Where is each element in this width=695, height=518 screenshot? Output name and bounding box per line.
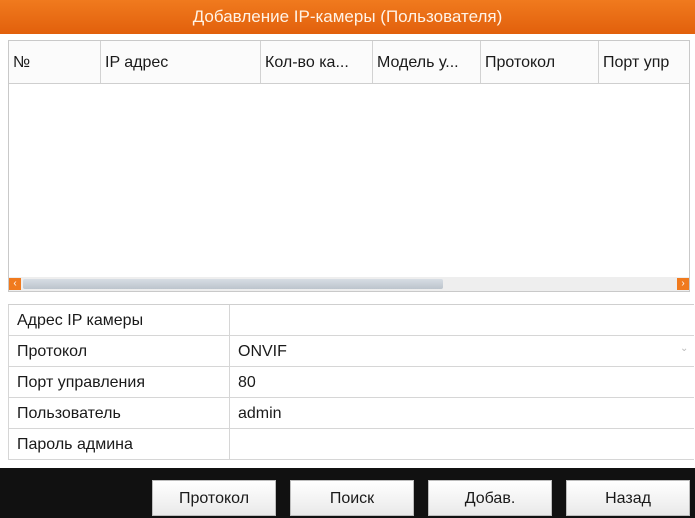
protocol-button[interactable]: Протокол <box>152 480 276 516</box>
ip-address-input[interactable] <box>230 305 694 335</box>
scroll-thumb[interactable] <box>23 279 443 289</box>
form-row-ip-address: Адрес IP камеры <box>8 305 694 336</box>
button-bar: Протокол Поиск Добав. Назад <box>0 468 695 518</box>
protocol-label: Протокол <box>8 336 230 366</box>
user-label: Пользователь <box>8 398 230 428</box>
column-header-management-port[interactable]: Порт упр <box>599 41 689 83</box>
column-header-ip-address[interactable]: IP адрес <box>101 41 261 83</box>
add-ip-camera-dialog: Добавление IP-камеры (Пользователя) № IP… <box>0 0 695 468</box>
ip-address-label: Адрес IP камеры <box>8 305 230 335</box>
table-header: № IP адрес Кол-во ка... Модель у... Прот… <box>9 41 689 84</box>
management-port-label: Порт управления <box>8 367 230 397</box>
form-row-admin-password: Пароль админа <box>8 429 694 460</box>
table-body <box>9 84 689 274</box>
form-row-user: Пользователь admin <box>8 398 694 429</box>
protocol-select-value: ONVIF <box>238 343 287 360</box>
column-header-camera-count[interactable]: Кол-во ка... <box>261 41 373 83</box>
dialog-title: Добавление IP-камеры (Пользователя) <box>0 0 695 34</box>
back-button[interactable]: Назад <box>566 480 690 516</box>
user-input[interactable]: admin <box>230 398 694 428</box>
form-row-management-port: Порт управления 80 <box>8 367 694 398</box>
column-header-number[interactable]: № <box>9 41 101 83</box>
add-button[interactable]: Добав. <box>428 480 552 516</box>
camera-list-table: № IP адрес Кол-во ка... Модель у... Прот… <box>8 40 690 292</box>
admin-password-label: Пароль админа <box>8 429 230 459</box>
camera-settings-form: Адрес IP камеры Протокол ONVIF ⌄ Порт уп… <box>8 304 694 460</box>
horizontal-scrollbar[interactable]: ‹ › <box>9 277 689 291</box>
scroll-left-icon[interactable]: ‹ <box>9 278 21 290</box>
chevron-down-icon[interactable]: ⌄ <box>680 344 688 354</box>
protocol-select[interactable]: ONVIF ⌄ <box>230 336 694 366</box>
admin-password-input[interactable] <box>230 429 694 459</box>
column-header-device-model[interactable]: Модель у... <box>373 41 481 83</box>
column-header-protocol[interactable]: Протокол <box>481 41 599 83</box>
form-row-protocol: Протокол ONVIF ⌄ <box>8 336 694 367</box>
management-port-input[interactable]: 80 <box>230 367 694 397</box>
scroll-right-icon[interactable]: › <box>677 278 689 290</box>
search-button[interactable]: Поиск <box>290 480 414 516</box>
